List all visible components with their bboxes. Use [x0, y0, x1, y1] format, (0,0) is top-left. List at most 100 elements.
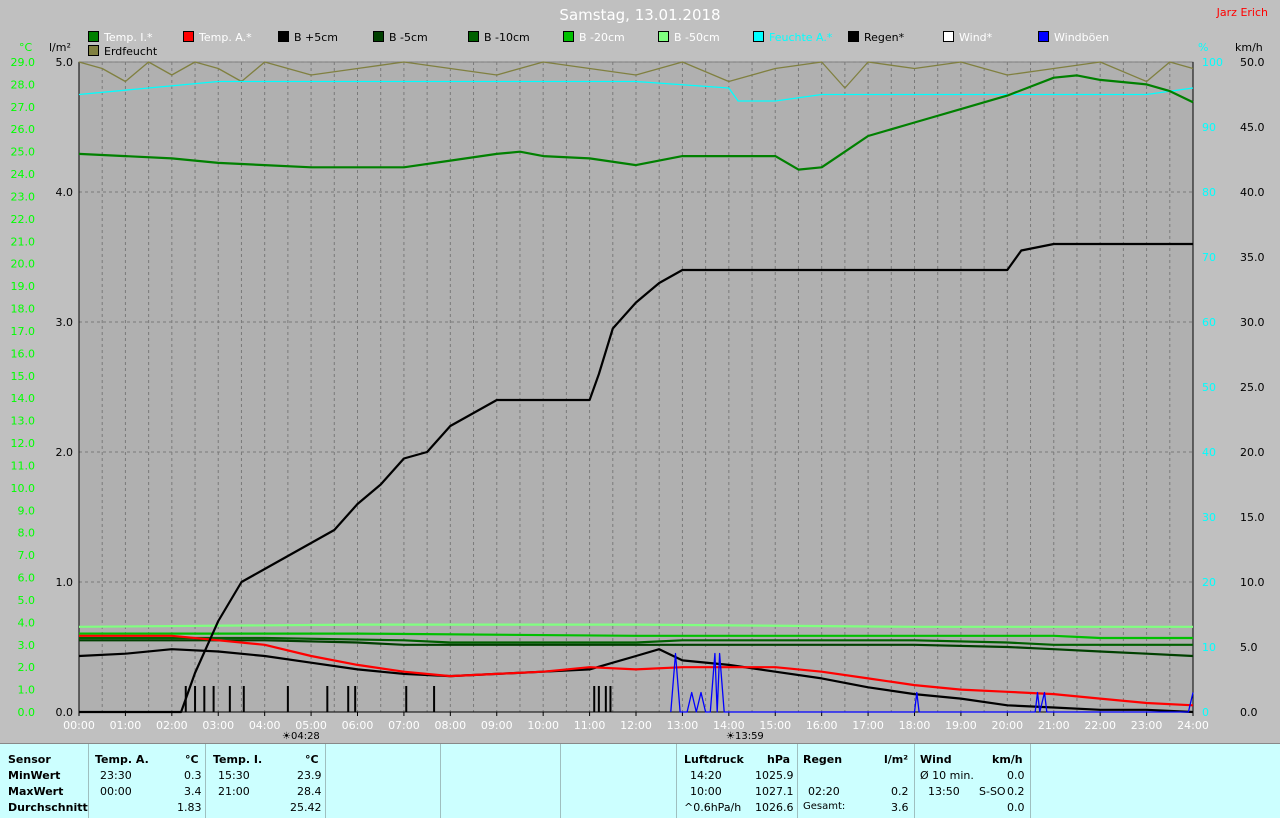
rain-unit: l/m²: [884, 753, 909, 766]
x-tick-label: 04:00: [249, 719, 281, 732]
author-label: Jarz Erich: [1216, 6, 1268, 19]
temp-tick-label: 22.0: [11, 213, 36, 226]
x-tick-label: 17:00: [852, 719, 884, 732]
x-tick-label: 06:00: [342, 719, 374, 732]
x-tick-label: 01:00: [110, 719, 142, 732]
temp-tick-label: 10.0: [11, 482, 36, 495]
legend-item: Temp. I.*: [88, 31, 153, 44]
wind-tick-label: 15.0: [1240, 511, 1265, 524]
x-tick-label: 07:00: [388, 719, 420, 732]
rain-unit-label: l/m²: [49, 41, 71, 54]
wind-avg2: 0.0: [1007, 801, 1025, 814]
wind-tick-label: 10.0: [1240, 576, 1265, 589]
legend-item: B +5cm: [278, 31, 338, 44]
wind-tick-label: 5.0: [1240, 641, 1258, 654]
temp-a-avg: 1.83: [177, 801, 202, 814]
legend-swatch: [563, 31, 574, 42]
temp-a-max: 3.4: [184, 785, 202, 798]
stats-row-avg: Durchschnitt: [8, 801, 88, 814]
temp-i-min: 23.9: [297, 769, 322, 782]
legend-swatch: [848, 31, 859, 42]
temp-tick-label: 19.0: [11, 280, 36, 293]
legend-item: Erdfeucht: [88, 45, 157, 58]
wind-tick-label: 50.0: [1240, 56, 1265, 69]
temp-tick-label: 23.0: [11, 190, 36, 203]
x-tick-label: 11:00: [574, 719, 606, 732]
humidity-tick-label: 80: [1202, 186, 1216, 199]
temp-tick-label: 29.0: [11, 56, 36, 69]
legend-swatch: [943, 31, 954, 42]
sunrise-marker: ☀04:28: [282, 731, 320, 742]
x-tick-label: 22:00: [1084, 719, 1116, 732]
temp-tick-label: 1.0: [18, 684, 36, 697]
wind-tick-label: 40.0: [1240, 186, 1265, 199]
x-tick-label: 10:00: [527, 719, 559, 732]
wind-tick-label: 45.0: [1240, 121, 1265, 134]
legend-label: Windböen: [1054, 31, 1110, 44]
wind-tick-label: 20.0: [1240, 446, 1265, 459]
temp-a-header: Temp. A.: [95, 753, 149, 766]
humidity-tick-label: 10: [1202, 641, 1216, 654]
x-tick-label: 13:00: [667, 719, 699, 732]
legend-label: B +5cm: [294, 31, 339, 44]
wind-avg: 0.0: [1007, 769, 1025, 782]
x-tick-label: 21:00: [1038, 719, 1070, 732]
pressure-avg: 1026.6: [755, 801, 794, 814]
rain-header: Regen: [803, 753, 843, 766]
x-tick-label: 12:00: [620, 719, 652, 732]
humidity-tick-label: 0: [1202, 706, 1209, 719]
temp-tick-label: 18.0: [11, 303, 36, 316]
temp-tick-label: 28.0: [11, 78, 36, 91]
temp-tick-label: 3.0: [18, 639, 36, 652]
temp-tick-label: 17.0: [11, 325, 36, 338]
weather-chart: 00:00 01:00 02:00 03:00 04:00 05:00 06:00 07:00…: [11, 56, 1265, 732]
temp-tick-label: 5.0: [18, 594, 36, 607]
temp-a-min-time: 23:30: [100, 769, 132, 782]
rain-total: 3.6: [891, 801, 909, 814]
pressure-trend: ^0.6hPa/h: [684, 801, 742, 814]
x-tick-label: 18:00: [899, 719, 931, 732]
x-tick-label: 09:00: [481, 719, 513, 732]
legend-label: Temp. I.*: [104, 31, 153, 44]
legend-swatch: [753, 31, 764, 42]
stats-row-min: MinWert: [8, 769, 61, 782]
legend-item: Regen*: [848, 31, 904, 44]
stats-row-max: MaxWert: [8, 785, 64, 798]
legend-item: Wind*: [943, 31, 992, 44]
x-tick-label: 08:00: [434, 719, 466, 732]
x-tick-label: 03:00: [202, 719, 234, 732]
rain-tick-label: 4.0: [56, 186, 74, 199]
temp-tick-label: 12.0: [11, 437, 36, 450]
temp-tick-label: 25.0: [11, 146, 36, 159]
temp-a-unit: °C: [185, 753, 199, 766]
sunset-marker: ☀13:59: [726, 731, 764, 742]
temp-tick-label: 13.0: [11, 415, 36, 428]
temp-tick-label: 26.0: [11, 123, 36, 136]
temp-tick-label: 15.0: [11, 370, 36, 383]
temp-unit-label: °C: [19, 41, 33, 54]
x-tick-label: 20:00: [991, 719, 1023, 732]
temp-tick-label: 27.0: [11, 101, 36, 114]
wind-max: 0.2: [1007, 785, 1025, 798]
stats-panel: Sensor MinWert MaxWert Durchschnitt Temp…: [0, 743, 1280, 818]
legend-item: Feuchte A.*: [753, 31, 832, 44]
pressure-header: Luftdruck: [684, 753, 744, 766]
legend-label: B -20cm: [579, 31, 625, 44]
humidity-tick-label: 90: [1202, 121, 1216, 134]
wind-tick-label: 0.0: [1240, 706, 1258, 719]
legend-label: Feuchte A.*: [769, 31, 833, 44]
x-tick-label: 24:00: [1177, 719, 1209, 732]
legend-item: B -20cm: [563, 31, 625, 44]
chart-title: Samstag, 13.01.2018: [559, 6, 721, 24]
x-tick-label: 15:00: [759, 719, 791, 732]
rain-tick-label: 1.0: [56, 576, 74, 589]
temp-i-unit: °C: [305, 753, 319, 766]
x-tick-label: 16:00: [806, 719, 838, 732]
rain-tick-label: 3.0: [56, 316, 74, 329]
humidity-unit-label: %: [1198, 41, 1209, 54]
rain-total-label: Gesamt:: [803, 801, 846, 812]
temp-tick-label: 20.0: [11, 258, 36, 271]
x-tick-label: 02:00: [156, 719, 188, 732]
legend-label: B -5cm: [389, 31, 428, 44]
temp-tick-label: 24.0: [11, 168, 36, 181]
